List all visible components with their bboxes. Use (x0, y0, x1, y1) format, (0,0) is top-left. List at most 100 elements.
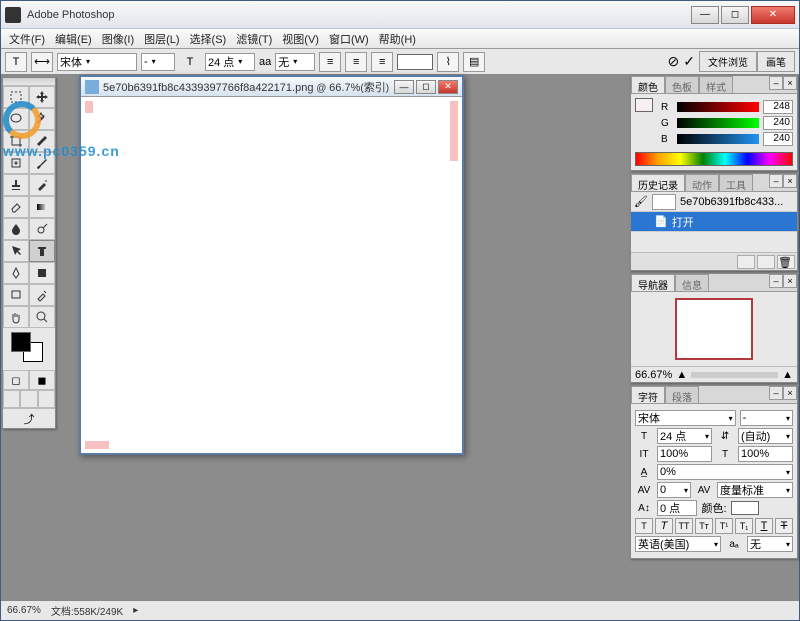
crop-tool[interactable] (3, 130, 29, 152)
tab-styles[interactable]: 样式 (699, 76, 733, 93)
notes-tool[interactable] (3, 284, 29, 306)
canvas[interactable] (85, 101, 458, 449)
strikethrough-button[interactable]: T (775, 518, 793, 534)
shape-tool[interactable] (29, 262, 55, 284)
char-baseline-field[interactable]: 0 点 (657, 500, 697, 516)
panel-collapse-button[interactable]: – (769, 76, 783, 90)
tab-actions[interactable]: 动作 (685, 174, 719, 191)
history-brush-tool[interactable] (29, 174, 55, 196)
menu-image[interactable]: 图像(I) (98, 31, 138, 47)
char-lang-select[interactable]: 英语(美国)▾ (635, 536, 721, 552)
tab-history[interactable]: 历史记录 (631, 174, 685, 191)
warp-text-button[interactable]: ⌇ (437, 52, 459, 72)
tab-character[interactable]: 字符 (631, 386, 665, 403)
r-value[interactable]: 248 (763, 100, 793, 114)
char-leading-field[interactable]: (自动)▾ (738, 428, 793, 444)
zoom-slider[interactable] (691, 372, 778, 378)
menu-window[interactable]: 窗口(W) (325, 31, 373, 47)
zoom-tool[interactable] (29, 306, 55, 328)
navigator-zoom[interactable]: 66.67% (635, 369, 672, 381)
char-tracking-field[interactable]: 0▾ (657, 482, 691, 498)
panel-collapse-button[interactable]: – (769, 174, 783, 188)
palettes-button[interactable]: ▤ (463, 52, 485, 72)
window-minimize-button[interactable]: — (691, 6, 719, 24)
char-vscale-field[interactable]: 100% (657, 446, 712, 462)
tab-swatches[interactable]: 色板 (665, 76, 699, 93)
stamp-tool[interactable] (3, 174, 29, 196)
char-kerning-field[interactable]: 0%▾ (657, 464, 793, 480)
tab-paragraph[interactable]: 段落 (665, 386, 699, 403)
menu-file[interactable]: 文件(F) (5, 31, 49, 47)
menu-select[interactable]: 选择(S) (186, 31, 231, 47)
toolbox-grip[interactable] (3, 78, 55, 86)
menu-view[interactable]: 视图(V) (278, 31, 323, 47)
panel-close-button[interactable]: × (783, 386, 797, 400)
char-style-select[interactable]: -▾ (740, 410, 793, 426)
orientation-toggle-icon[interactable]: ⟷ (31, 52, 53, 72)
navigator-preview[interactable] (631, 292, 797, 366)
antialias-select[interactable]: 无▾ (275, 53, 315, 71)
gradient-tool[interactable] (29, 196, 55, 218)
panel-close-button[interactable]: × (783, 174, 797, 188)
jump-to-button[interactable]: ⤴ (3, 408, 55, 428)
wand-tool[interactable] (29, 108, 55, 130)
panel-collapse-button[interactable]: – (769, 386, 783, 400)
delete-state-button[interactable]: 🗑 (777, 255, 795, 269)
superscript-button[interactable]: T¹ (715, 518, 733, 534)
panel-close-button[interactable]: × (783, 274, 797, 288)
slice-tool[interactable] (29, 130, 55, 152)
foreground-color[interactable] (11, 332, 31, 352)
new-snapshot-button[interactable] (757, 255, 775, 269)
char-size-field[interactable]: 24 点▾ (657, 428, 712, 444)
menu-layer[interactable]: 图层(L) (140, 31, 183, 47)
g-slider[interactable] (677, 118, 759, 128)
tab-info[interactable]: 信息 (675, 274, 709, 291)
path-select-tool[interactable] (3, 240, 29, 262)
dodge-tool[interactable] (29, 218, 55, 240)
new-doc-from-state-button[interactable] (737, 255, 755, 269)
underline-button[interactable]: T (755, 518, 773, 534)
char-color-swatch[interactable] (731, 501, 759, 515)
align-center-button[interactable]: ≡ (345, 52, 367, 72)
menu-help[interactable]: 帮助(H) (375, 31, 420, 47)
allcaps-button[interactable]: TT (675, 518, 693, 534)
type-tool[interactable] (29, 240, 55, 262)
move-tool[interactable] (29, 86, 55, 108)
font-family-select[interactable]: 宋体▾ (57, 53, 137, 71)
char-font-select[interactable]: 宋体▾ (635, 410, 736, 426)
history-step-open[interactable]: 📄 打开 (631, 212, 797, 232)
blur-tool[interactable] (3, 218, 29, 240)
b-value[interactable]: 240 (763, 132, 793, 146)
screen-mode-2[interactable] (20, 390, 37, 408)
b-slider[interactable] (677, 134, 759, 144)
doc-maximize-button[interactable]: ◻ (416, 80, 436, 94)
screen-mode-1[interactable] (3, 390, 20, 408)
menu-edit[interactable]: 编辑(E) (51, 31, 96, 47)
status-menu-icon[interactable]: ▸ (133, 605, 138, 616)
status-docinfo[interactable]: 文档:558K/249K (51, 603, 123, 618)
color-picker[interactable] (3, 328, 55, 370)
document-titlebar[interactable]: 5e70b6391fb8c4339397766f8a422171.png @ 6… (81, 77, 462, 97)
faux-italic-button[interactable]: T (655, 518, 673, 534)
zoom-out-icon[interactable]: ▲ (676, 369, 687, 381)
tab-file-browser[interactable]: 文件浏览 (699, 51, 757, 72)
status-zoom[interactable]: 66.67% (7, 605, 41, 616)
smallcaps-button[interactable]: Tᴛ (695, 518, 713, 534)
tab-brushes[interactable]: 画笔 (757, 51, 795, 72)
tab-tools[interactable]: 工具 (719, 174, 753, 191)
panel-close-button[interactable]: × (783, 76, 797, 90)
lasso-tool[interactable] (3, 108, 29, 130)
faux-bold-button[interactable]: T (635, 518, 653, 534)
panel-collapse-button[interactable]: – (769, 274, 783, 288)
pen-tool[interactable] (3, 262, 29, 284)
tab-color[interactable]: 颜色 (631, 76, 665, 93)
marquee-tool[interactable] (3, 86, 29, 108)
healing-tool[interactable] (3, 152, 29, 174)
cancel-icon[interactable]: ⊘ (668, 53, 680, 70)
zoom-in-icon[interactable]: ▲ (782, 369, 793, 381)
history-snapshot-row[interactable]: 🖌 5e70b6391fb8c433... (631, 192, 797, 212)
screen-mode-3[interactable] (38, 390, 55, 408)
font-style-select[interactable]: -▾ (141, 53, 175, 71)
tool-preset-icon[interactable]: T (5, 52, 27, 72)
brush-tool[interactable] (29, 152, 55, 174)
